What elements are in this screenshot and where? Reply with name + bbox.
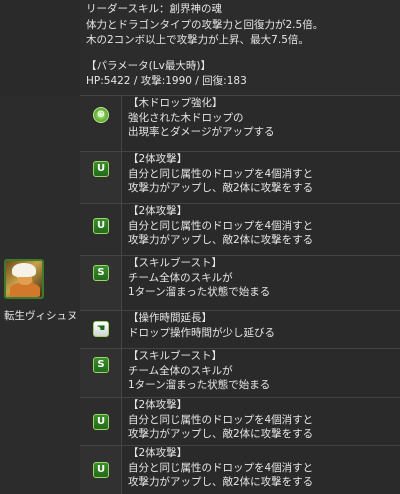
monster-name: 転生ヴィシュヌ xyxy=(4,310,78,322)
awakening-desc: 自分と同じ属性のドロップを4個消すと xyxy=(128,413,314,426)
awakening-desc: チーム全体のスキルが xyxy=(128,364,233,377)
awakening-desc: 強化された木ドロップの xyxy=(128,111,244,124)
awakening-desc: 自分と同じ属性のドロップを4個消すと xyxy=(128,219,314,232)
awakening-desc: ドロップ操作時間が少し延びる xyxy=(128,326,275,339)
awakening-desc: 攻撃力がアップし、敵2体に攻撃をする xyxy=(128,234,314,246)
awakening-desc: 出現率とダメージがアップする xyxy=(128,126,275,138)
awakening-row: U 【2体攻撃】 自分と同じ属性のドロップを4個消すと 攻撃力がアップし、敵2体… xyxy=(80,398,400,446)
awakening-desc: チーム全体のスキルが xyxy=(128,271,233,284)
awakening-row: U 【2体攻撃】 自分と同じ属性のドロップを4個消すと 攻撃力がアップし、敵2体… xyxy=(80,204,400,256)
awakening-row: U 【2体攻撃】 自分と同じ属性のドロップを4個消すと 攻撃力がアップし、敵2体… xyxy=(80,446,400,494)
skill-boost-icon: S xyxy=(93,265,109,281)
awakening-title: 【2体攻撃】 xyxy=(128,153,188,165)
wood-drop-enhance-icon: ⊕ xyxy=(93,107,109,123)
awakening-title: 【スキルブースト】 xyxy=(128,257,222,269)
params-title: 【パラメータ(Lv最大時)】 xyxy=(86,59,211,72)
time-extend-icon: ☚ xyxy=(93,321,109,337)
skill-boost-icon: S xyxy=(93,357,109,373)
two-way-attack-icon: U xyxy=(93,414,109,430)
params-values: HP:5422 / 攻撃:1990 / 回復:183 xyxy=(86,75,247,87)
leader-skill-desc-2: 木の2コンボ以上で攻撃力が上昇、最大7.5倍。 xyxy=(86,34,309,46)
leader-skill-name: リーダースキル：創界神の魂 xyxy=(86,3,222,15)
awakening-row: ⊕ 【木ドロップ強化】 強化された木ドロップの 出現率とダメージがアップする xyxy=(80,96,400,152)
awakening-row: ☚ 【操作時間延長】 ドロップ操作時間が少し延びる xyxy=(80,311,400,349)
two-way-attack-icon: U xyxy=(93,218,109,234)
awakening-title: 【2体攻撃】 xyxy=(128,205,188,217)
awakening-title: 【2体攻撃】 xyxy=(128,399,188,411)
two-way-attack-icon: U xyxy=(93,462,109,478)
awakening-row: S 【スキルブースト】 チーム全体のスキルが 1ターン溜まった状態で始まる xyxy=(80,349,400,398)
monster-portrait[interactable] xyxy=(4,259,44,299)
character-cell: 転生ヴィシュヌ xyxy=(0,96,81,494)
awakening-desc: 自分と同じ属性のドロップを4個消すと xyxy=(128,167,314,180)
awakening-title: 【2体攻撃】 xyxy=(128,447,188,459)
awakening-row: U 【2体攻撃】 自分と同じ属性のドロップを4個消すと 攻撃力がアップし、敵2体… xyxy=(80,152,400,204)
awakening-row: S 【スキルブースト】 チーム全体のスキルが 1ターン溜まった状態で始まる xyxy=(80,256,400,311)
awakening-desc: 自分と同じ属性のドロップを4個消すと xyxy=(128,461,314,474)
awakening-desc: 攻撃力がアップし、敵2体に攻撃をする xyxy=(128,428,314,440)
monster-detail-table: リーダースキル：創界神の魂 体力とドラゴンタイプの攻撃力と回復力が2.5倍。 木… xyxy=(0,0,400,494)
awakening-list: ⊕ 【木ドロップ強化】 強化された木ドロップの 出現率とダメージがアップする U… xyxy=(80,96,400,494)
leader-skill-block: リーダースキル：創界神の魂 体力とドラゴンタイプの攻撃力と回復力が2.5倍。 木… xyxy=(80,0,400,96)
awakening-desc: 1ターン溜まった状態で始まる xyxy=(128,379,271,391)
awakening-title: 【スキルブースト】 xyxy=(128,350,222,362)
awakening-title: 【操作時間延長】 xyxy=(128,312,212,324)
awakening-desc: 攻撃力がアップし、敵2体に攻撃をする xyxy=(128,182,314,194)
awakening-desc: 攻撃力がアップし、敵2体に攻撃をする xyxy=(128,476,314,488)
awakening-desc: 1ターン溜まった状態で始まる xyxy=(128,286,271,298)
two-way-attack-icon: U xyxy=(93,161,109,177)
leader-skill-desc-1: 体力とドラゴンタイプの攻撃力と回復力が2.5倍。 xyxy=(86,18,324,31)
awakening-title: 【木ドロップ強化】 xyxy=(128,97,223,109)
